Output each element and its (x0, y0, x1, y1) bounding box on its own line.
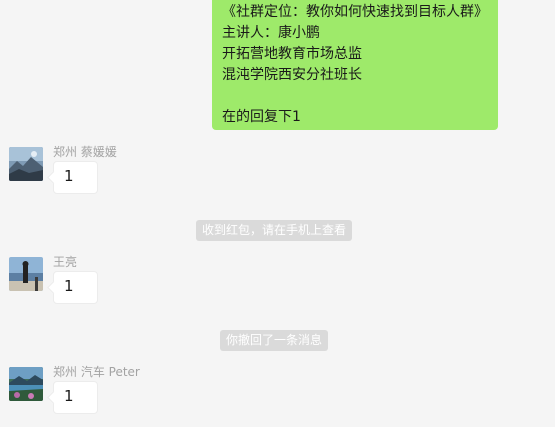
chat-window: 《社群定位：教你如何快速找到目标人群》 主讲人：康小鹏 开拓营地教育市场总监 混… (0, 0, 555, 427)
person-beach-avatar-icon (9, 257, 43, 291)
system-notice-red-packet: 收到红包，请在手机上查看 (196, 220, 353, 241)
incoming-message-bubble[interactable]: 1 (53, 161, 98, 194)
sender-name: 郑州 汽车 Peter (53, 365, 140, 379)
avatar[interactable] (9, 367, 43, 401)
avatar[interactable] (9, 147, 43, 181)
message-line: 《社群定位：教你如何快速找到目标人群》 (222, 4, 488, 20)
incoming-message-bubble[interactable]: 1 (53, 271, 98, 304)
message-line: 开拓营地教育市场总监 (222, 46, 362, 62)
incoming-message-bubble[interactable]: 1 (53, 381, 98, 414)
message-line: 主讲人：康小鹏 (222, 25, 320, 41)
mountain-avatar-icon (9, 147, 43, 181)
system-notice-recalled: 你撤回了一条消息 (220, 330, 329, 351)
message-line: 在的回复下1 (222, 109, 301, 125)
outgoing-message-bubble[interactable]: 《社群定位：教你如何快速找到目标人群》 主讲人：康小鹏 开拓营地教育市场总监 混… (212, 0, 498, 130)
landscape-avatar-icon (9, 367, 43, 401)
message-line: 混沌学院西安分社班长 (222, 67, 362, 83)
avatar[interactable] (9, 257, 43, 291)
sender-name: 王亮 (53, 255, 78, 269)
sender-name: 郑州 蔡媛媛 (53, 145, 117, 159)
